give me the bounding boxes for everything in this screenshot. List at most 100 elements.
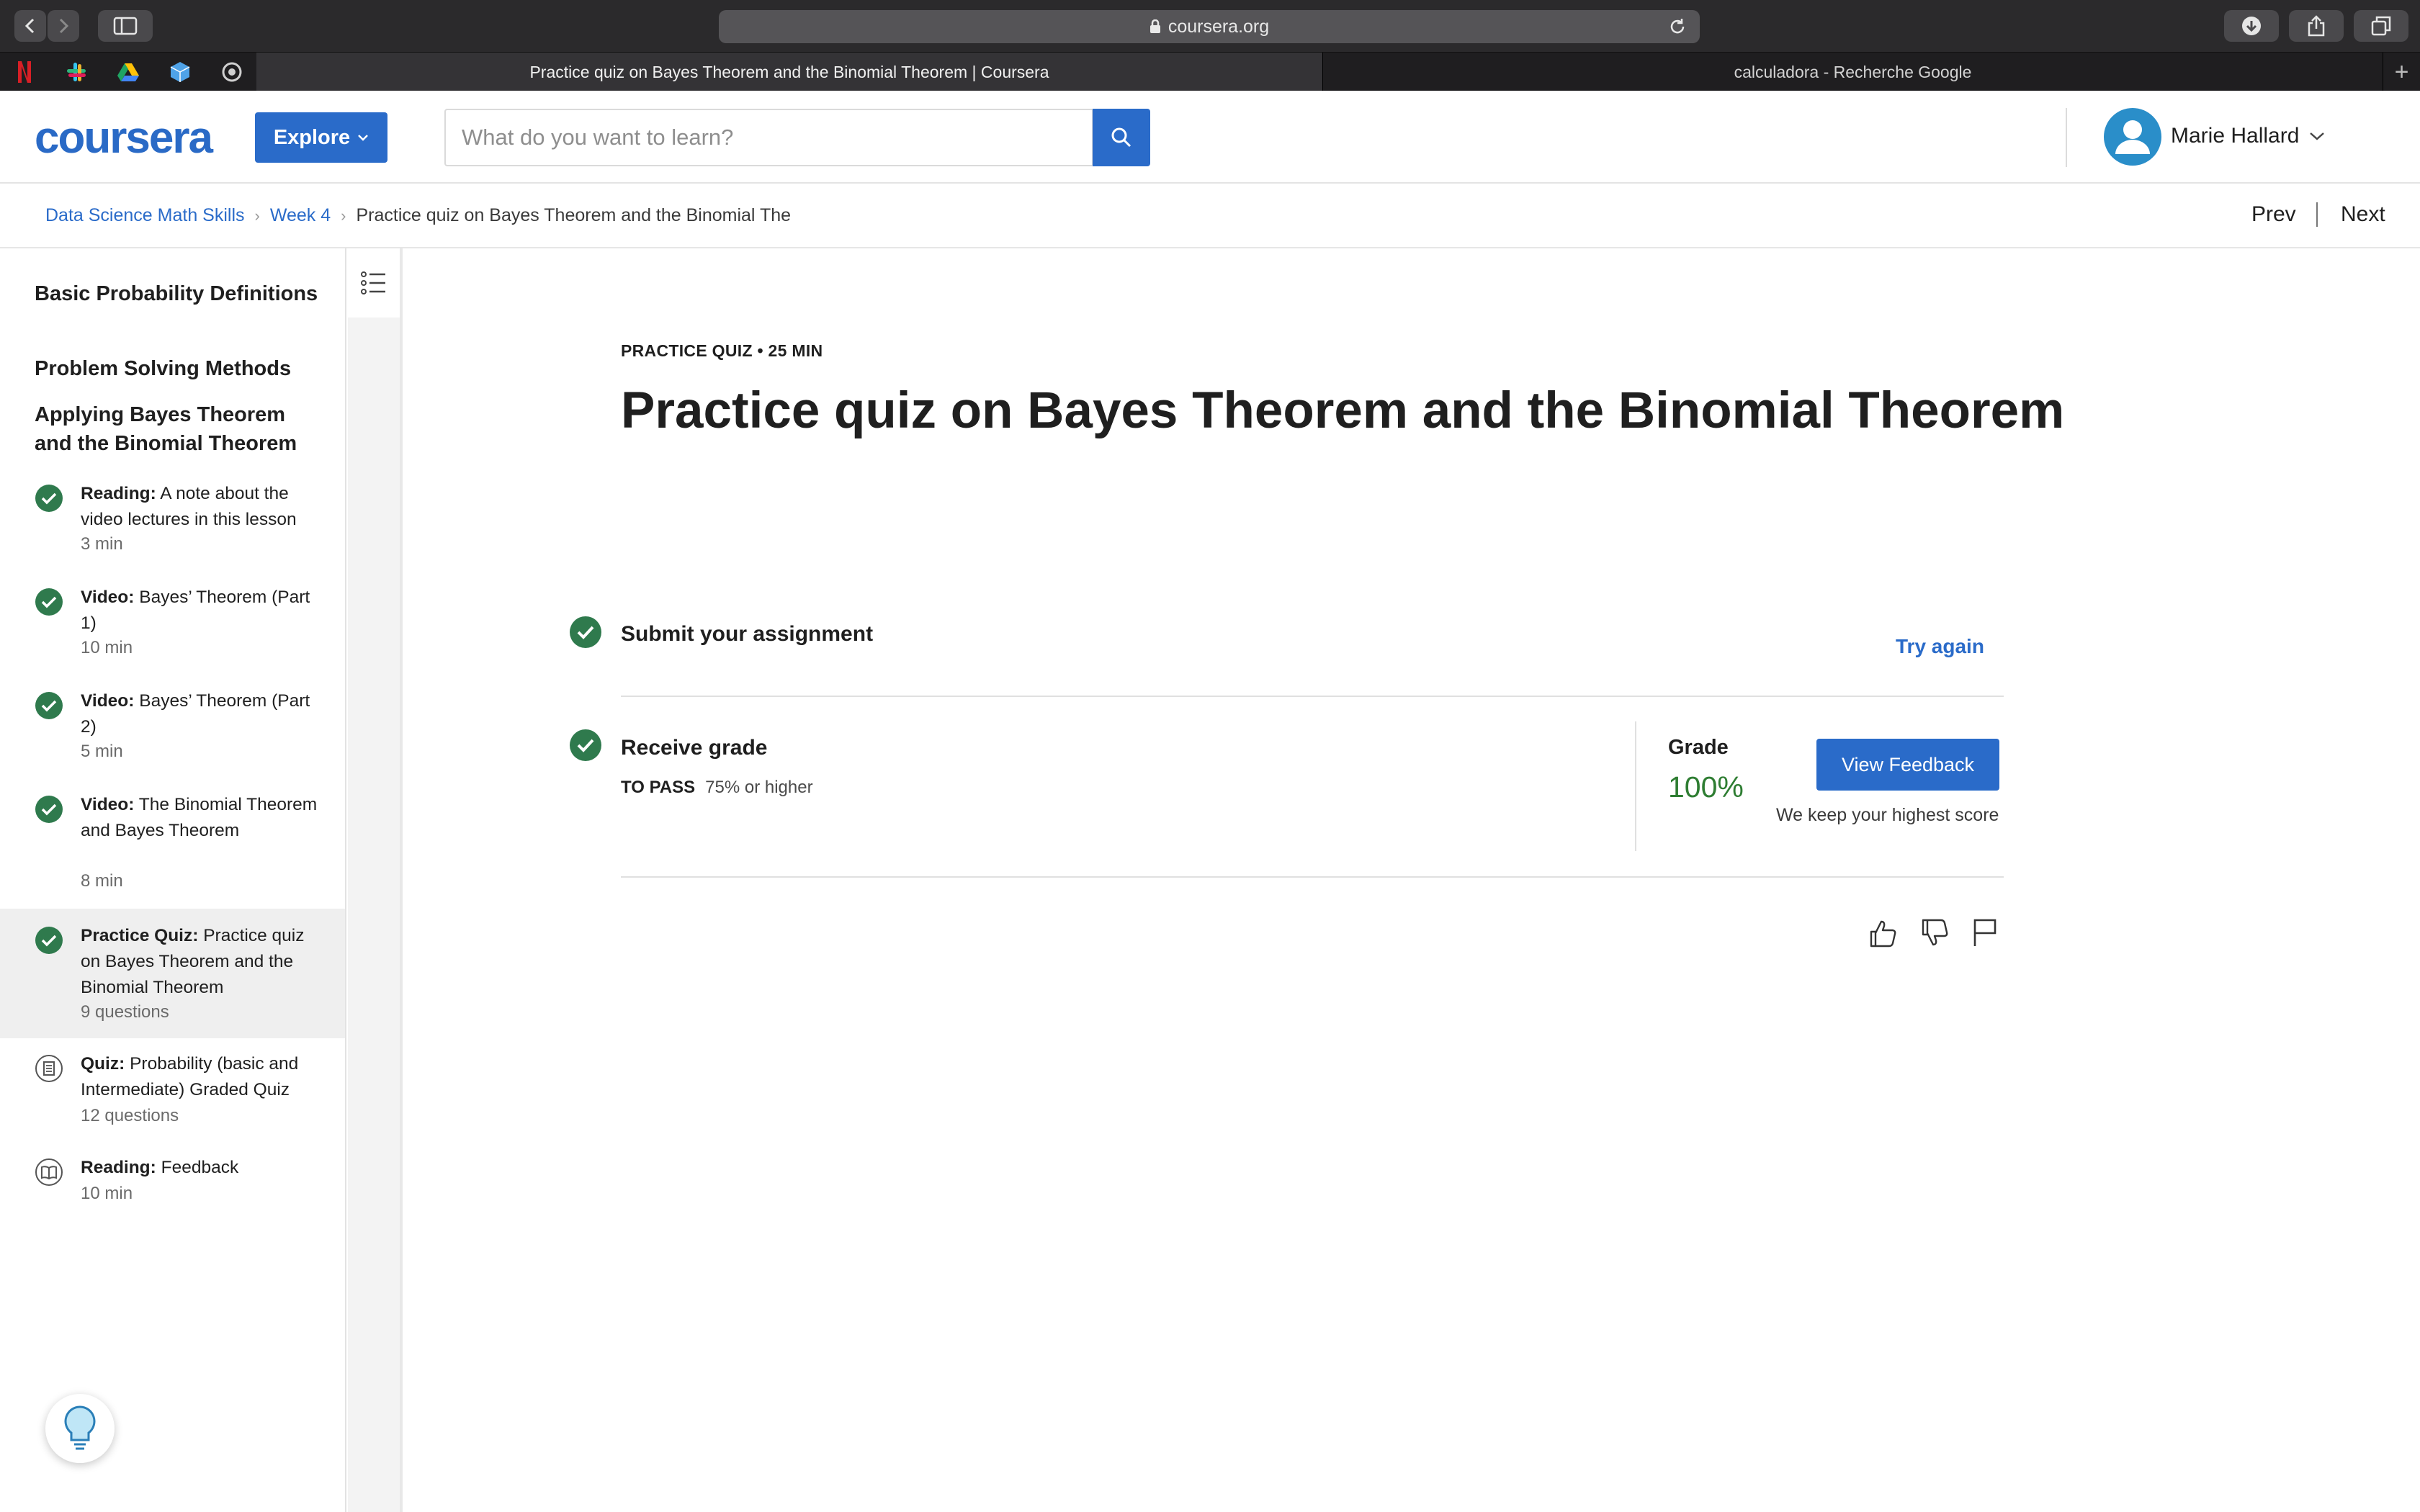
chevron-right-icon: › [254,206,260,225]
check-circle-icon [35,692,63,719]
sidebar-section-bayes-binomial[interactable]: Applying Bayes Theorem and the Binomial … [35,400,323,458]
search-icon [1111,127,1131,148]
sidebar-item-text: Video: Bayes’ Theorem (Part 2) [81,688,318,740]
flag-icon[interactable] [1969,917,2001,949]
divider [621,696,2004,697]
grade-divider [1635,721,1636,851]
outline-toggle-button[interactable] [348,248,400,318]
tabs-overview-button[interactable] [2354,10,2408,42]
explore-button[interactable]: Explore [255,112,387,163]
thumbs-down-icon[interactable] [1919,917,1950,949]
view-feedback-button[interactable]: View Feedback [1816,739,1999,791]
sidebar-section-basic-probability[interactable]: Basic Probability Definitions [35,279,323,308]
check-circle-icon [35,796,63,823]
coursera-logo[interactable]: coursera [35,112,213,163]
sidebar-item-video-bayes-2[interactable]: Video: Bayes’ Theorem (Part 2) 5 min [0,675,345,776]
netflix-icon[interactable] [12,59,37,85]
highest-score-note: We keep your highest score [1776,805,1999,825]
item-type: Reading: [81,484,156,503]
next-link[interactable]: Next [2341,202,2385,227]
breadcrumb-week-link[interactable]: Week 4 [270,205,331,226]
search-input[interactable] [444,109,1093,166]
receive-grade-label: Receive grade [621,736,768,760]
item-type: Video: [81,795,135,814]
sidebar-item-practice-quiz[interactable]: Practice Quiz: Practice quiz on Bayes Th… [0,909,345,1038]
sidebar-item-text: Reading: A note about the video lectures… [81,481,318,533]
outline-strip [348,248,403,1512]
sidebar-item-text: Practice Quiz: Practice quiz on Bayes Th… [81,923,318,1001]
slack-icon[interactable] [63,59,89,85]
url-text: coursera.org [1168,16,1270,37]
item-meta: 10 min [81,1184,133,1203]
chevron-right-icon [59,18,69,34]
thumbs-up-icon[interactable] [1867,917,1899,949]
tabs-icon [2371,16,2391,36]
user-icon [2115,120,2150,154]
item-type: Quiz: [81,1054,125,1074]
try-again-link[interactable]: Try again [1896,635,1984,658]
quiz-icon [35,1055,63,1082]
sidebar-item-text: Video: Bayes’ Theorem (Part 1) [81,585,318,636]
header-divider [2066,108,2067,167]
item-meta: 9 questions [81,1002,169,1022]
sidebar-icon [113,17,138,35]
google-drive-icon[interactable] [115,59,141,85]
item-meta: 3 min [81,534,123,554]
item-type: Reading: [81,1158,156,1177]
page-title: Practice quiz on Bayes Theorem and the B… [621,382,2065,439]
help-button[interactable] [45,1394,115,1463]
lock-icon [1150,19,1160,33]
item-type: Practice Quiz: [81,926,199,945]
book-icon [35,1158,63,1186]
downloads-button[interactable] [2224,10,2279,42]
cube-icon[interactable] [167,59,193,85]
sync-icon[interactable] [219,59,245,85]
item-meta: 5 min [81,742,123,761]
course-outline-sidebar: Basic Probability Definitions Problem So… [0,248,346,1512]
sidebar-item-reading-feedback[interactable]: Reading: Feedback 10 min [0,1142,345,1221]
search-button[interactable] [1093,109,1150,166]
breadcrumb-bar: Data Science Math Skills › Week 4 › Prac… [0,184,2420,248]
sidebar-item-graded-quiz[interactable]: Quiz: Probability (basic and Intermediat… [0,1038,345,1142]
site-header: coursera Explore Marie Hallard [0,91,2420,184]
sidebar-item-text: Reading: Feedback [81,1155,318,1181]
breadcrumb-course-link[interactable]: Data Science Math Skills [45,205,245,226]
back-button[interactable] [14,10,46,42]
grade-value: 100% [1668,770,1744,804]
browser-toolbar: coursera.org [0,0,2420,52]
item-title: Feedback [161,1158,239,1177]
sidebar-item-reading-note[interactable]: Reading: A note about the video lectures… [0,468,345,569]
item-meta: 8 min [81,871,123,891]
to-pass-label: TO PASS [621,778,696,797]
new-tab-button[interactable]: + [2383,53,2420,91]
submit-assignment-label: Submit your assignment [621,622,874,646]
to-pass-value: 75% or higher [705,778,813,797]
sidebar-toggle-button[interactable] [98,10,153,42]
tab-active[interactable]: Practice quiz on Bayes Theorem and the B… [256,53,1322,91]
item-type: Video: [81,588,135,607]
prev-next-divider [2316,202,2318,227]
tab-title: Practice quiz on Bayes Theorem and the B… [529,62,1049,81]
check-circle-icon [35,588,63,616]
prev-link[interactable]: Prev [2251,202,2296,227]
item-meta: 12 questions [81,1106,179,1125]
chevron-right-icon: › [341,206,346,225]
check-circle-icon [35,927,63,954]
sidebar-section-problem-solving[interactable]: Problem Solving Methods [35,354,323,383]
address-bar[interactable]: coursera.org [719,10,1700,43]
avatar[interactable] [2104,108,2161,166]
user-menu[interactable]: Marie Hallard [2171,124,2325,148]
sidebar-item-video-binomial[interactable]: Video: The Binomial Theorem and Bayes Th… [0,779,345,906]
user-name: Marie Hallard [2171,124,2300,148]
list-icon [361,271,385,294]
to-pass-info: TO PASS 75% or higher [621,778,813,798]
share-icon [2308,15,2325,37]
forward-button[interactable] [48,10,79,42]
share-button[interactable] [2289,10,2344,42]
divider [621,876,2004,878]
sidebar-item-text: Video: The Binomial Theorem and Bayes Th… [81,792,318,844]
tab-inactive[interactable]: calculadora - Recherche Google [1322,53,2383,91]
reload-icon[interactable] [1668,17,1687,36]
sidebar-item-video-bayes-1[interactable]: Video: Bayes’ Theorem (Part 1) 10 min [0,572,345,672]
chevron-down-icon [2310,132,2325,140]
